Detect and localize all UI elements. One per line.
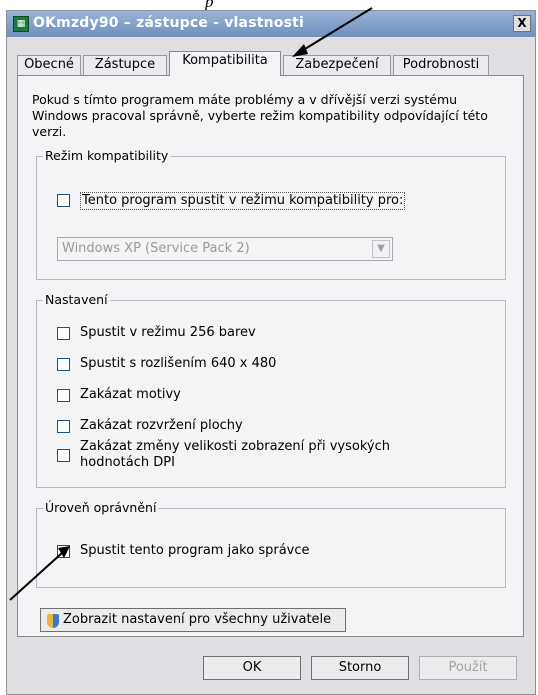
annotation-arrows (9, 7, 373, 601)
annotation-arrow-to-tab (299, 7, 373, 53)
annotation-arrow-to-checkbox (9, 552, 63, 601)
annotation-arrowhead-tab (292, 44, 308, 57)
tab-compatibility[interactable]: Kompatibilita (169, 51, 281, 76)
